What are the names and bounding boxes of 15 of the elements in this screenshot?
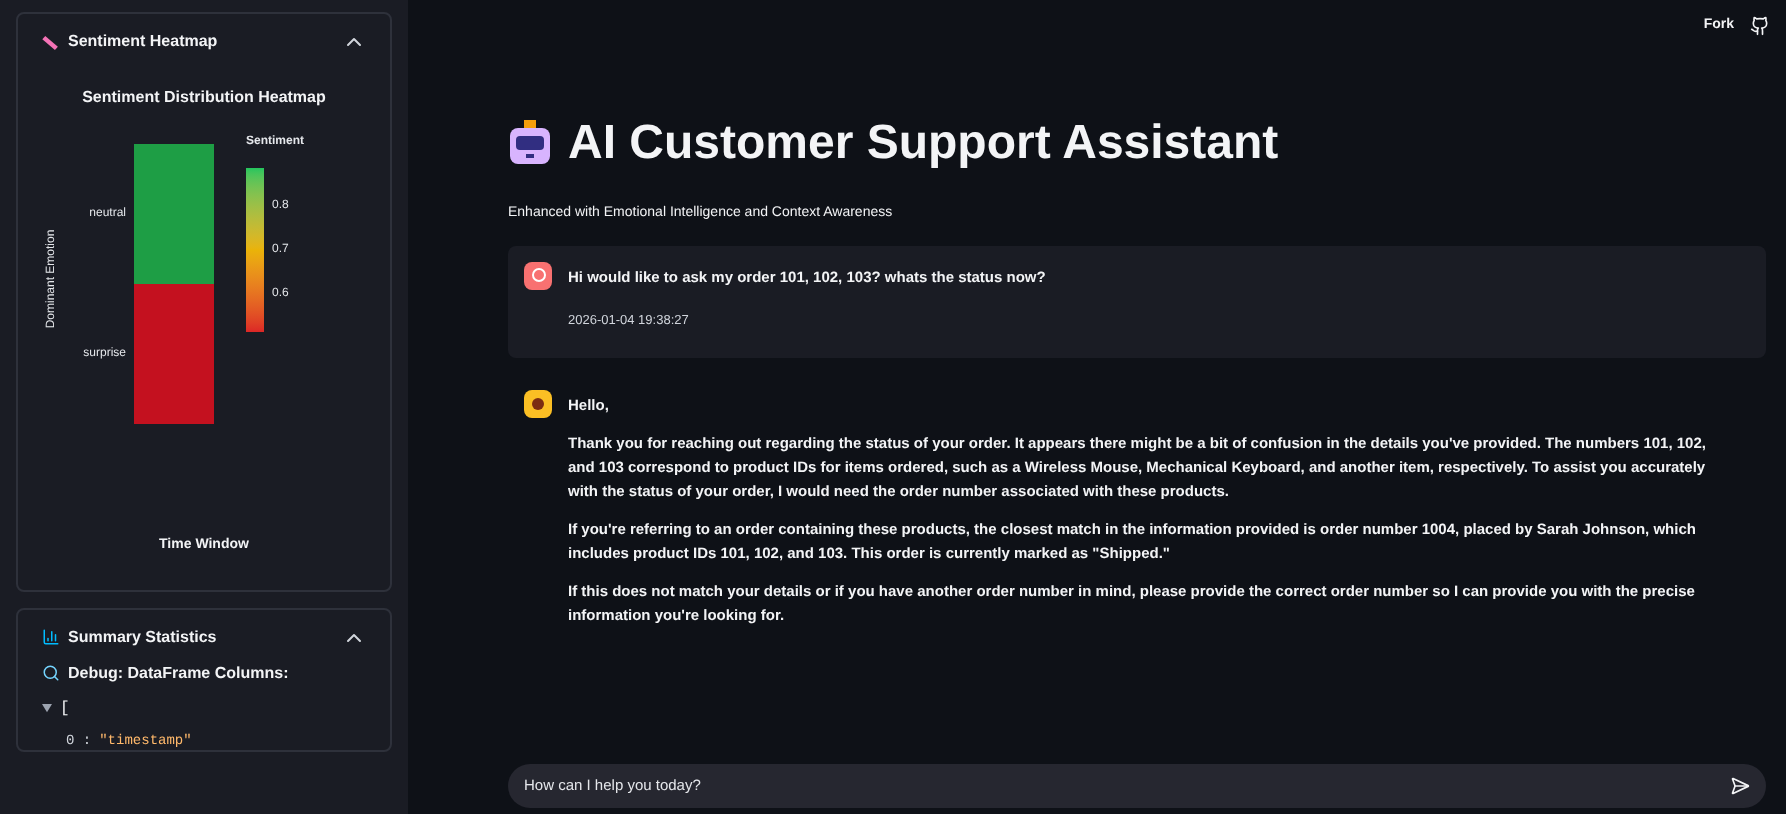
user-avatar: [524, 261, 552, 289]
debug-heading: Debug: DataFrame Columns:: [68, 661, 289, 685]
pen-icon: [42, 33, 60, 51]
robot-icon: [508, 120, 552, 168]
assistant-avatar: [524, 389, 552, 417]
caret-icon[interactable]: [42, 704, 52, 714]
page-title: AI Customer Support Assistant: [568, 114, 1279, 174]
chart-title: Sentiment Distribution Heatmap: [80, 86, 328, 110]
panel-title[interactable]: Sentiment Heatmap: [68, 30, 218, 54]
send-icon[interactable]: [1730, 776, 1750, 796]
json-bracket: [: [60, 697, 70, 721]
search-icon: [42, 664, 60, 682]
panel-title[interactable]: Summary Statistics: [68, 625, 217, 649]
github-icon[interactable]: [1750, 16, 1770, 36]
chart-icon: [42, 628, 60, 646]
